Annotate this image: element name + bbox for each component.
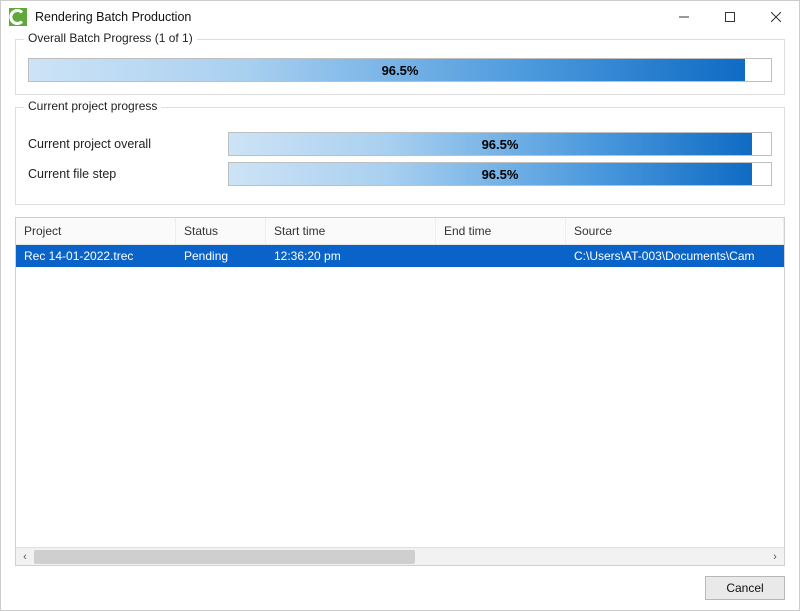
current-file-label: Current file step bbox=[28, 167, 228, 181]
maximize-button[interactable] bbox=[707, 1, 753, 33]
scroll-thumb[interactable] bbox=[34, 550, 415, 564]
project-list-body: Rec 14-01-2022.trec Pending 12:36:20 pm … bbox=[16, 245, 784, 547]
column-header-project[interactable]: Project bbox=[16, 218, 176, 244]
window-controls bbox=[661, 1, 799, 33]
table-row[interactable]: Rec 14-01-2022.trec Pending 12:36:20 pm … bbox=[16, 245, 784, 267]
project-list-header: Project Status Start time End time Sourc… bbox=[16, 218, 784, 245]
current-file-progress-bar: 96.5% bbox=[228, 162, 772, 186]
current-overall-progress-percent: 96.5% bbox=[229, 133, 771, 155]
column-header-status[interactable]: Status bbox=[176, 218, 266, 244]
current-progress-group: Current project progress Current project… bbox=[15, 107, 785, 205]
titlebar: Rendering Batch Production bbox=[1, 1, 799, 33]
current-progress-legend: Current project progress bbox=[24, 99, 161, 113]
scroll-left-icon[interactable]: ‹ bbox=[16, 548, 34, 566]
overall-progress-legend: Overall Batch Progress (1 of 1) bbox=[24, 31, 197, 45]
window-title: Rendering Batch Production bbox=[35, 10, 191, 24]
cell-status: Pending bbox=[176, 247, 266, 265]
column-header-source[interactable]: Source bbox=[566, 218, 784, 244]
scroll-track[interactable] bbox=[34, 550, 766, 564]
cell-endtime bbox=[436, 247, 566, 265]
cell-starttime: 12:36:20 pm bbox=[266, 247, 436, 265]
project-list: Project Status Start time End time Sourc… bbox=[15, 217, 785, 566]
horizontal-scrollbar[interactable]: ‹ › bbox=[16, 547, 784, 565]
minimize-button[interactable] bbox=[661, 1, 707, 33]
scroll-right-icon[interactable]: › bbox=[766, 548, 784, 566]
rendering-batch-window: Rendering Batch Production Overall Batch… bbox=[0, 0, 800, 611]
column-header-endtime[interactable]: End time bbox=[436, 218, 566, 244]
current-overall-label: Current project overall bbox=[28, 137, 228, 151]
current-file-progress-percent: 96.5% bbox=[229, 163, 771, 185]
app-icon bbox=[9, 8, 27, 26]
overall-progress-percent: 96.5% bbox=[29, 59, 771, 81]
cancel-button[interactable]: Cancel bbox=[705, 576, 785, 600]
close-button[interactable] bbox=[753, 1, 799, 33]
cell-source: C:\Users\AT-003\Documents\Cam bbox=[566, 247, 784, 265]
overall-progress-group: Overall Batch Progress (1 of 1) 96.5% bbox=[15, 39, 785, 95]
overall-progress-bar: 96.5% bbox=[28, 58, 772, 82]
cell-project: Rec 14-01-2022.trec bbox=[16, 247, 176, 265]
current-overall-progress-bar: 96.5% bbox=[228, 132, 772, 156]
column-header-starttime[interactable]: Start time bbox=[266, 218, 436, 244]
footer: Cancel bbox=[15, 566, 785, 600]
